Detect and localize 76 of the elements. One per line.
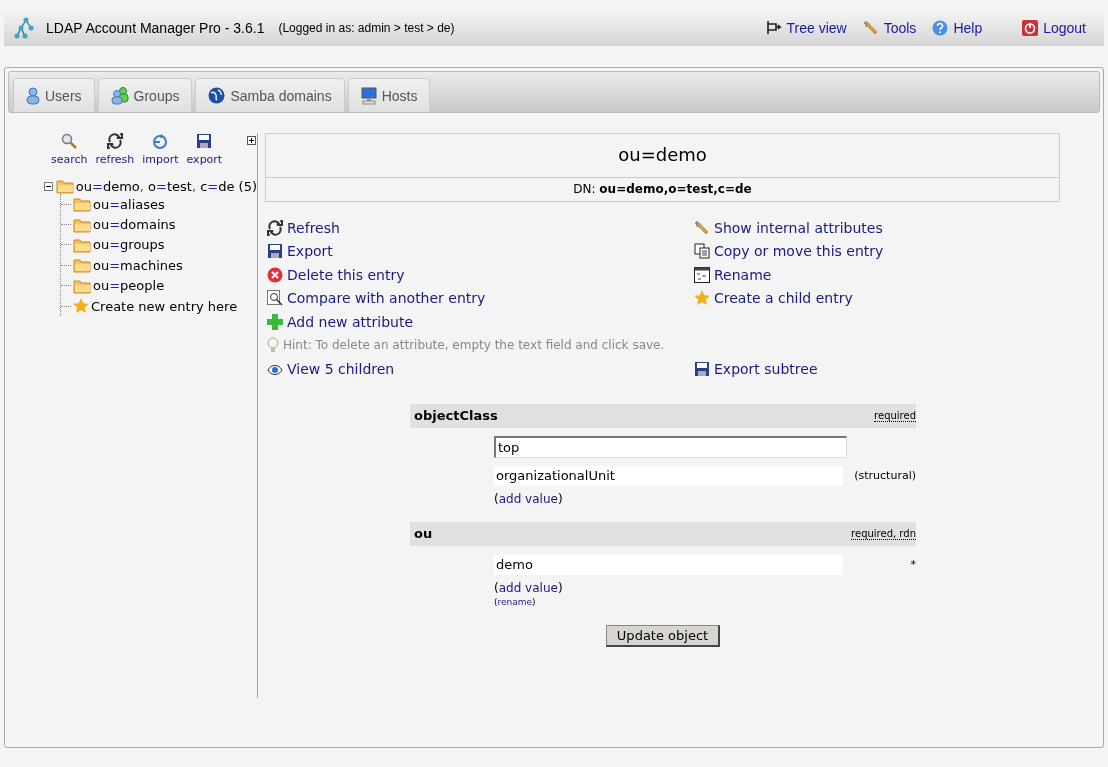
- collapse-icon[interactable]: [44, 181, 53, 191]
- action-link[interactable]: Add new attribute: [287, 313, 413, 330]
- rename-text: (rename): [494, 596, 537, 607]
- tree-toolbar-button[interactable]: import: [139, 133, 182, 166]
- tree-item[interactable]: ou=aliases: [93, 196, 165, 212]
- add-value-text: (add value): [494, 491, 564, 506]
- light-bulb-icon: [267, 337, 279, 354]
- action-link[interactable]: View 5 children: [287, 361, 395, 378]
- value-note: *: [910, 558, 916, 572]
- tab[interactable]: Groups: [97, 78, 193, 112]
- attribute-name: ou: [414, 526, 433, 542]
- tree-item[interactable]: Create new entry here: [91, 298, 238, 314]
- tree-root-item[interactable]: ou=demo, o=test, c=de (5): [75, 178, 257, 194]
- attribute-flags: required: [874, 409, 916, 422]
- header-link[interactable]: Tools: [862, 20, 917, 36]
- add-value-link[interactable]: add value: [498, 580, 558, 595]
- tab[interactable]: Hosts: [347, 78, 431, 112]
- tree-toolbar-button[interactable]: refresh: [92, 133, 138, 166]
- tree-item[interactable]: ou=domains: [93, 217, 176, 233]
- update-button[interactable]: Update object: [605, 624, 721, 647]
- folder-icon: [55, 178, 74, 194]
- rename-icon: [694, 266, 710, 283]
- action-link[interactable]: Compare with another entry: [287, 290, 486, 307]
- computer-icon: [360, 86, 377, 105]
- help-icon: [932, 20, 949, 36]
- value-field[interactable]: organizationalUnit: [494, 465, 843, 486]
- attribute-name: objectClass: [414, 408, 498, 424]
- tree-item[interactable]: ou=machines: [93, 257, 183, 273]
- value-field[interactable]: top: [494, 435, 847, 458]
- tree-toolbar-button[interactable]: search: [48, 133, 91, 166]
- group-icon: [110, 86, 129, 105]
- action-link[interactable]: Show internal attributes: [714, 219, 883, 236]
- folder-icon: [73, 196, 91, 213]
- folder-icon: [73, 236, 91, 253]
- compare-icon: [267, 290, 283, 307]
- star-icon: [73, 298, 89, 315]
- action-link[interactable]: Export subtree: [714, 361, 818, 378]
- tab[interactable]: Samba domains: [195, 78, 345, 112]
- tree-toolbar-button[interactable]: export: [183, 133, 226, 166]
- refresh-icon: [106, 133, 123, 149]
- expand-icon[interactable]: [247, 136, 256, 145]
- login-info: (Logged in as: admin > test > de): [278, 21, 455, 35]
- refresh-icon: [267, 219, 283, 236]
- folder-icon: [73, 216, 91, 233]
- add-value-link[interactable]: add value: [498, 491, 558, 506]
- magnifier-icon: [61, 133, 78, 149]
- entry-title: ou=demo: [266, 134, 1059, 178]
- delete-icon: [267, 266, 283, 283]
- action-link[interactable]: Delete this entry: [287, 266, 405, 283]
- value-note: (structural): [854, 469, 916, 483]
- tab[interactable]: Users: [13, 78, 95, 112]
- entry-dn: DN: ou=demo,o=test,c=de: [572, 181, 753, 198]
- value-field[interactable]: demo: [494, 554, 843, 575]
- hint-text: Hint: To delete an attribute, empty the text field and click save.: [283, 338, 665, 353]
- folder-icon: [73, 257, 91, 274]
- star-icon: [694, 290, 710, 307]
- action-link[interactable]: Create a child entry: [714, 290, 853, 307]
- app-title: LDAP Account Manager Pro - 3.6.1: [46, 20, 265, 36]
- tree-item[interactable]: ou=people: [93, 278, 165, 294]
- action-link[interactable]: Export: [287, 243, 333, 260]
- plus-icon: [267, 313, 283, 330]
- header-link[interactable]: Tree view: [765, 20, 847, 36]
- tree-view-icon: [765, 20, 782, 36]
- header-link[interactable]: Help: [932, 20, 983, 36]
- import-icon: [152, 133, 169, 149]
- header-link[interactable]: Logout: [1022, 20, 1086, 36]
- action-link[interactable]: Copy or move this entry: [714, 243, 884, 260]
- attribute-flags: required, rdn: [851, 527, 916, 540]
- copy-icon: [694, 243, 710, 260]
- user-icon: [26, 86, 40, 105]
- power-icon: [1022, 20, 1039, 36]
- action-link[interactable]: Refresh: [287, 219, 340, 236]
- folder-icon: [73, 277, 91, 294]
- add-value-text: (add value): [494, 580, 564, 595]
- tree-item[interactable]: ou=groups: [93, 237, 165, 253]
- action-link[interactable]: Rename: [714, 266, 772, 283]
